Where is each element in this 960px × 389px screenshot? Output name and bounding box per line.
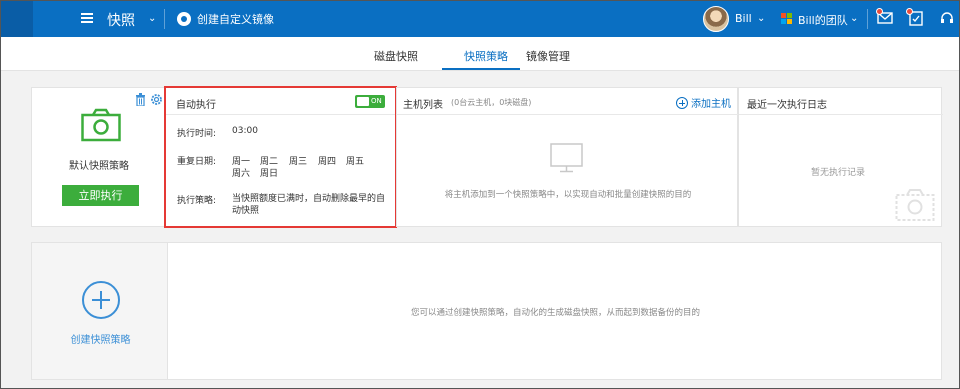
top-navigation-bar: 快照 ⌄ 创建自定义镜像 Bill ⌄ Bill的团队 ⌄ (1, 1, 959, 37)
auto-exec-title: 自动执行 (176, 100, 216, 111)
team-name[interactable]: Bill的团队 (798, 12, 848, 28)
camera-icon (81, 108, 121, 142)
host-list-panel: 主机列表 (0台云主机，0块磁盘) 添加主机 将主机添加到一个快照策略中，以实现… (396, 87, 739, 227)
execution-log-title: 最近一次执行日志 (747, 100, 827, 111)
chevron-down-icon[interactable]: ⌄ (148, 13, 156, 24)
trash-icon[interactable] (135, 93, 146, 106)
divider (397, 114, 739, 115)
disc-icon (177, 12, 191, 26)
create-policy-description-panel: 您可以通过创建快照策略，自动化的生成磁盘快照，从而起到数据备份的目的 (167, 242, 942, 380)
avatar[interactable] (703, 6, 729, 32)
create-policy-label[interactable]: 创建快照策略 (32, 331, 169, 346)
divider (164, 9, 165, 29)
exec-time-value: 03:00 (232, 126, 258, 136)
divider (166, 114, 397, 115)
create-custom-mirror-button[interactable]: 创建自定义镜像 (177, 11, 274, 27)
create-custom-mirror-label: 创建自定义镜像 (197, 13, 274, 26)
user-chevron-down-icon[interactable]: ⌄ (757, 13, 765, 24)
repeat-days-label: 重复日期: (177, 157, 217, 167)
menu-icon[interactable] (81, 13, 93, 23)
policy-summary-card: 默认快照策略 立即执行 (31, 87, 165, 227)
tab-bar: 磁盘快照 快照策略 镜像管理 (1, 37, 959, 71)
add-host-button[interactable]: 添加主机 (676, 95, 731, 110)
divider (739, 114, 943, 115)
gear-icon[interactable] (150, 93, 163, 106)
toggle-knob (357, 97, 369, 106)
auto-exec-toggle[interactable]: ON (355, 95, 385, 108)
exec-strategy-label: 执行策略: (177, 196, 217, 206)
menu-button[interactable] (1, 1, 33, 37)
day-fri: 周五 (346, 157, 365, 167)
execution-log-panel: 最近一次执行日志 暂无执行记录 (738, 87, 943, 227)
host-list-title: 主机列表 (403, 100, 443, 111)
active-tab-indicator (442, 68, 520, 70)
team-logo-icon (781, 13, 793, 25)
exec-time-label: 执行时间: (177, 129, 217, 139)
divider (867, 9, 868, 29)
day-thu: 周四 (318, 157, 337, 167)
policy-name: 默认快照策略 (69, 161, 129, 172)
auto-execution-panel: 自动执行 ON 执行时间: 03:00 重复日期: 周一 周二 周三 周四 周五… (165, 87, 397, 227)
notification-badge (876, 8, 883, 15)
execution-log-empty-text: 暂无执行记录 (811, 168, 866, 178)
day-wed: 周三 (289, 157, 308, 167)
tab-disk-snapshot[interactable]: 磁盘快照 (374, 48, 418, 64)
day-sat: 周六 (232, 169, 251, 179)
monitor-icon (550, 143, 583, 173)
app-title[interactable]: 快照 (107, 10, 135, 30)
toggle-label: ON (371, 97, 382, 105)
day-sun: 周日 (260, 169, 279, 179)
camera-icon (895, 189, 935, 221)
add-host-label: 添加主机 (691, 99, 731, 110)
plus-circle-icon[interactable] (82, 281, 120, 319)
team-chevron-down-icon[interactable]: ⌄ (850, 13, 858, 24)
create-policy-description: 您可以通过创建快照策略，自动化的生成磁盘快照，从而起到数据备份的目的 (410, 308, 700, 318)
host-list-count: (0台云主机，0块磁盘) (451, 98, 532, 107)
create-policy-button[interactable]: 创建快照策略 (31, 242, 168, 380)
run-now-button[interactable]: 立即执行 (62, 185, 139, 206)
plus-circle-icon (676, 96, 688, 109)
exec-strategy-value: 当快照额度已满时，自动删除最早的自动快照 (232, 194, 386, 216)
tab-snapshot-policy[interactable]: 快照策略 (464, 48, 508, 64)
host-list-empty-text: 将主机添加到一个快照策略中，以实现自动和批量创建快照的目的 (444, 190, 692, 200)
user-name[interactable]: Bill (735, 12, 752, 25)
headset-icon[interactable] (938, 10, 956, 28)
tab-mirror-management[interactable]: 镜像管理 (526, 48, 570, 64)
task-badge (906, 8, 913, 15)
